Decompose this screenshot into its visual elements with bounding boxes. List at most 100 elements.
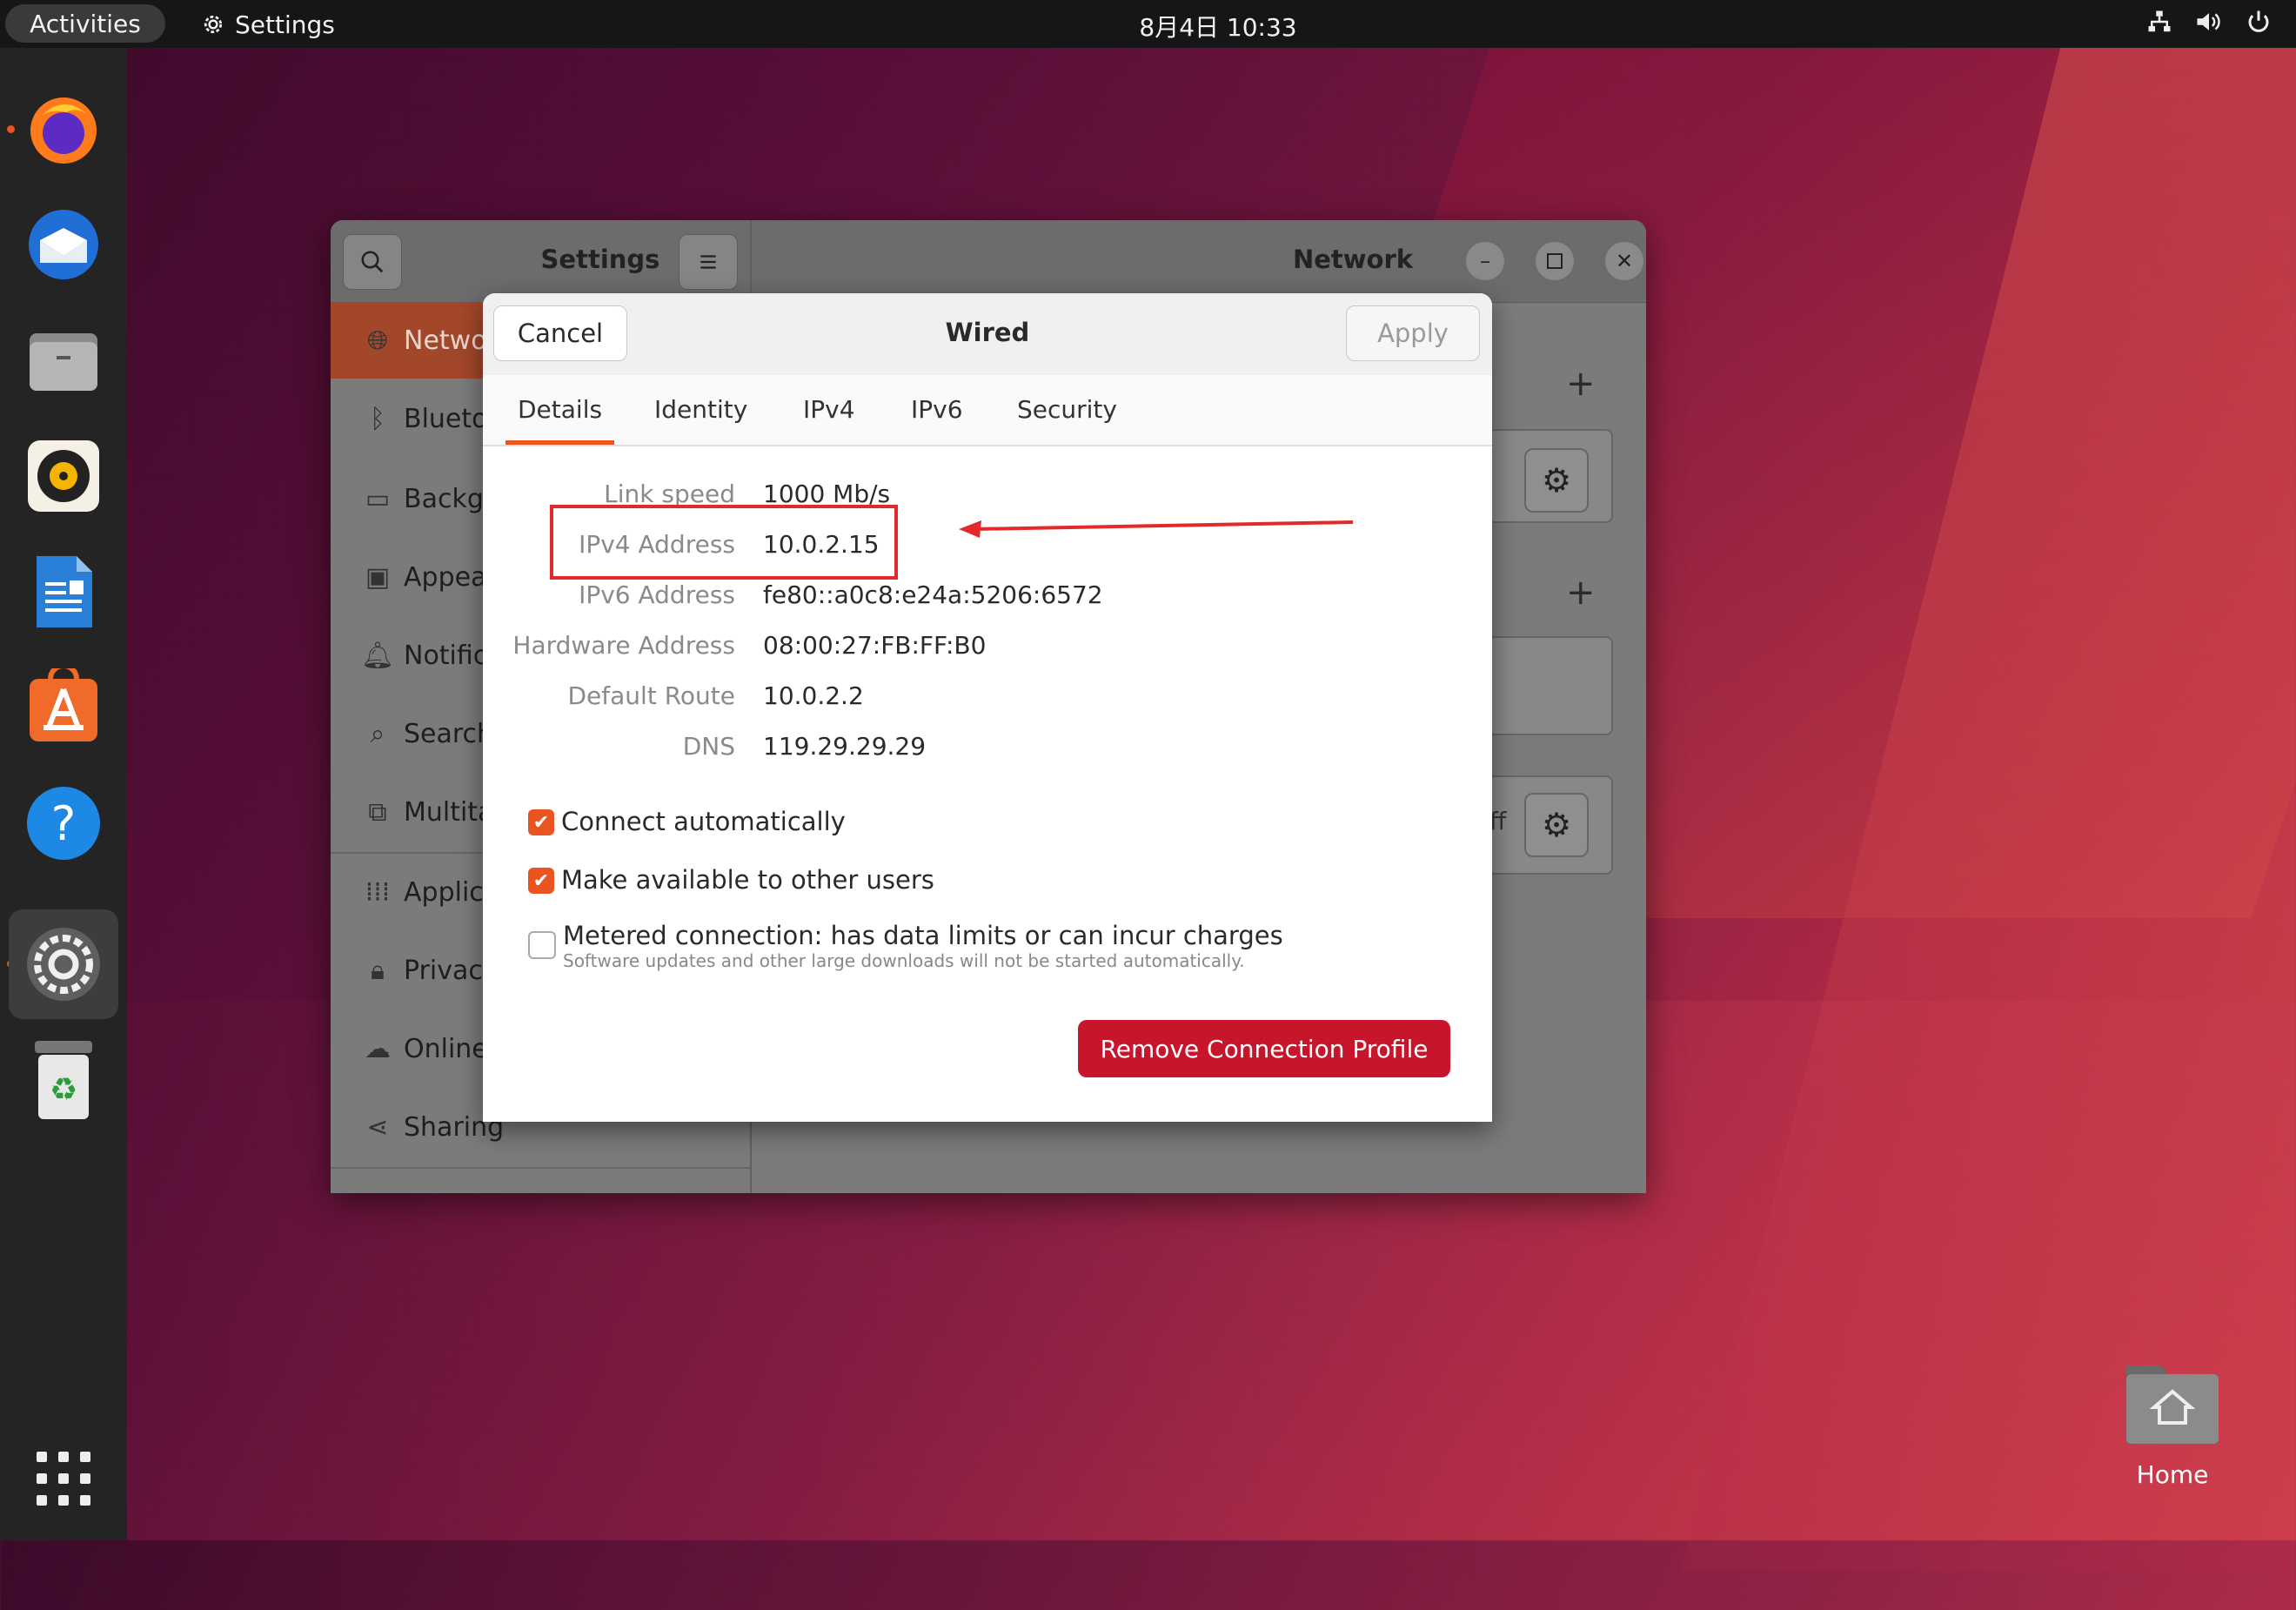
- annotation-highlight-box: [550, 505, 898, 580]
- checkmark-icon: ✔: [532, 811, 550, 834]
- cloud-icon: ☁︎: [365, 1033, 391, 1064]
- settings-menu-button[interactable]: [679, 234, 738, 290]
- dialog-tabs: Details Identity IPv4 IPv6 Security: [483, 375, 1492, 446]
- connect-automatically-row[interactable]: ✔ Connect automatically: [528, 807, 846, 836]
- proxy-settings-button[interactable]: ⚙: [1524, 793, 1589, 857]
- sidebar-item-label: Netwo: [404, 325, 487, 356]
- gear-icon: [204, 15, 223, 34]
- help-icon[interactable]: ?: [21, 781, 106, 866]
- volume-icon: [2197, 13, 2220, 30]
- check-label: Make available to other users: [561, 865, 934, 895]
- app-menu-label: Settings: [235, 10, 335, 39]
- tab-identity[interactable]: Identity: [654, 375, 747, 443]
- thunderbird-icon[interactable]: [21, 202, 106, 287]
- hamburger-icon: [700, 255, 716, 269]
- detail-row-dns: DNS 119.29.29.29: [483, 732, 1492, 775]
- panel-title: Network: [1292, 245, 1414, 274]
- detail-row-hardware: Hardware Address 08:00:27:FB:FF:B0: [483, 631, 1492, 674]
- search-icon: ⌕: [370, 718, 385, 749]
- apps-grid-icon: ⁞⁞⁞: [365, 876, 391, 908]
- show-apps-icon[interactable]: [21, 1436, 106, 1521]
- metered-text: Metered connection: has data limits or c…: [563, 921, 1283, 971]
- tab-label: IPv4: [803, 394, 855, 424]
- tab-label: Details: [518, 394, 603, 424]
- vpn-row: [1488, 636, 1613, 735]
- running-indicator: [7, 125, 15, 133]
- cancel-button[interactable]: Cancel: [493, 305, 627, 361]
- annotation-arrow: [959, 520, 1354, 538]
- power-icon: [2248, 10, 2269, 32]
- bell-icon: 🔔︎: [360, 640, 395, 671]
- apply-button[interactable]: Apply: [1346, 305, 1480, 361]
- detail-row-ipv6: IPv6 Address fe80::a0c8:e24a:5206:6572: [483, 580, 1492, 624]
- wired-settings-button[interactable]: ⚙: [1524, 448, 1589, 513]
- sidebar-separator: [331, 1167, 750, 1169]
- checkmark-icon: ✔: [532, 869, 550, 892]
- network-icon: [2148, 10, 2171, 32]
- add-vpn-icon[interactable]: +: [1566, 573, 1596, 613]
- tab-label: IPv6: [911, 394, 963, 424]
- firefox-icon[interactable]: [21, 86, 106, 171]
- detail-value: 10.0.2.2: [763, 681, 864, 710]
- detail-value: 119.29.29.29: [763, 732, 927, 761]
- wired-dialog: Cancel Wired Apply Details Identity IPv4…: [483, 293, 1492, 1122]
- bluetooth-icon: ᛒ: [370, 403, 385, 434]
- dialog-title: Wired: [945, 318, 1030, 347]
- multitasking-icon: ⧉: [368, 796, 387, 828]
- add-connection-icon[interactable]: +: [1566, 364, 1596, 404]
- maximize-button[interactable]: [1536, 242, 1574, 280]
- ubuntu-software-icon[interactable]: [21, 665, 106, 750]
- settings-app-icon[interactable]: [9, 909, 118, 1019]
- gear-icon: ⚙: [1541, 806, 1572, 844]
- search-icon: [361, 251, 384, 273]
- available-users-checkbox[interactable]: ✔: [528, 868, 554, 894]
- sidebar-item-label: Blueto: [404, 403, 488, 434]
- detail-row-default-route: Default Route 10.0.2.2: [483, 681, 1492, 725]
- tab-ipv4[interactable]: IPv4: [803, 375, 855, 443]
- detail-label: DNS: [682, 732, 735, 761]
- lock-icon: 🔒︎: [371, 955, 385, 986]
- close-icon: ✕: [1615, 249, 1634, 273]
- sidebar-item-label: Backgr: [404, 483, 495, 514]
- close-button[interactable]: ✕: [1605, 242, 1643, 280]
- sidebar-item-label: Online: [404, 1033, 488, 1064]
- detail-label: IPv6 Address: [579, 580, 735, 609]
- top-bar: Activities Settings 8月4日 10:33: [0, 0, 2296, 48]
- minimize-icon: –: [1480, 249, 1490, 273]
- libreoffice-writer-icon[interactable]: [21, 549, 106, 634]
- files-icon[interactable]: [21, 318, 106, 403]
- tab-ipv6[interactable]: IPv6: [911, 375, 963, 443]
- detail-value: 08:00:27:FB:FF:B0: [763, 631, 987, 660]
- tab-details[interactable]: Details: [505, 375, 615, 445]
- remove-connection-profile-button[interactable]: Remove Connection Profile: [1078, 1020, 1450, 1077]
- check-label: Connect automatically: [561, 807, 846, 836]
- gear-icon: ⚙: [1541, 461, 1572, 500]
- metered-connection-checkbox[interactable]: [528, 931, 556, 959]
- globe-icon: 🌐︎: [367, 325, 388, 356]
- tab-label: Security: [1017, 394, 1117, 424]
- system-tray[interactable]: [2146, 9, 2272, 35]
- svg-text:♻: ♻: [50, 1072, 77, 1108]
- dock: ? ♻: [0, 48, 127, 1540]
- clock[interactable]: 8月4日 10:33: [1131, 9, 1305, 44]
- check-label: Metered connection: has data limits or c…: [563, 921, 1283, 950]
- sidebar-item-label: Notific: [404, 640, 488, 671]
- settings-search-button[interactable]: [343, 234, 402, 290]
- connect-automatically-checkbox[interactable]: ✔: [528, 809, 554, 835]
- minimize-button[interactable]: –: [1466, 242, 1504, 280]
- appearance-icon: ▣: [365, 561, 391, 593]
- metered-connection-row[interactable]: Metered connection: has data limits or c…: [528, 921, 1283, 971]
- trash-icon[interactable]: ♻: [21, 1038, 106, 1124]
- detail-label: Hardware Address: [512, 631, 735, 660]
- background-icon: ▭: [365, 483, 391, 514]
- share-icon: ⋖: [366, 1111, 389, 1143]
- activities-button[interactable]: Activities: [5, 4, 165, 43]
- check-sublabel: Software updates and other large downloa…: [563, 950, 1245, 971]
- home-folder-icon[interactable]: [2123, 1353, 2222, 1447]
- tab-security[interactable]: Security: [1017, 375, 1117, 443]
- app-menu[interactable]: Settings: [200, 7, 335, 42]
- available-users-row[interactable]: ✔ Make available to other users: [528, 865, 934, 895]
- rhythmbox-icon[interactable]: [21, 433, 106, 519]
- sidebar-item-label: Multita: [404, 796, 494, 828]
- tab-label: Identity: [654, 394, 748, 424]
